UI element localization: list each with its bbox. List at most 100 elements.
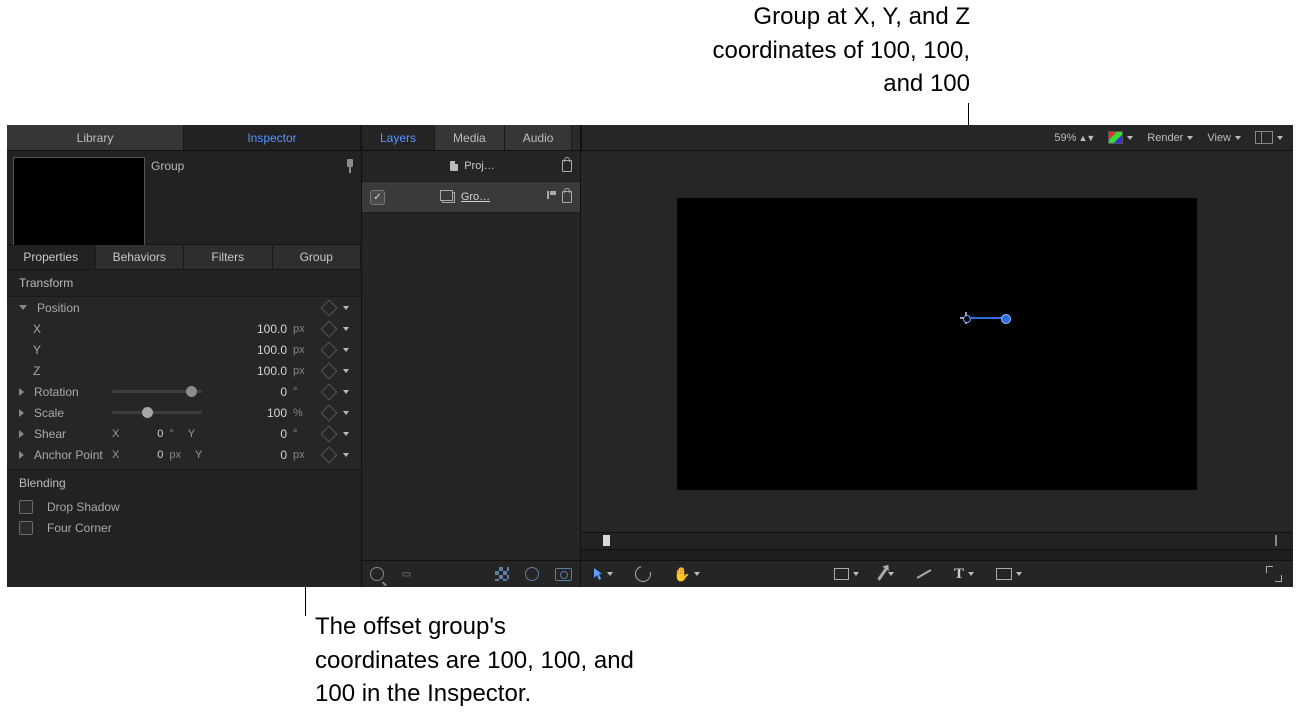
value-field[interactable]: 0 xyxy=(227,427,287,441)
shape-tool[interactable] xyxy=(834,566,859,583)
keyframe-button[interactable] xyxy=(321,425,338,442)
keyframe-button[interactable] xyxy=(321,320,338,337)
param-position[interactable]: Position xyxy=(7,297,361,318)
color-channel-menu[interactable] xyxy=(1108,131,1133,144)
param-drop-shadow[interactable]: Drop Shadow xyxy=(7,496,361,517)
select-tool[interactable] xyxy=(593,567,613,581)
inspector-tab-properties[interactable]: Properties xyxy=(7,245,96,269)
rect-icon xyxy=(834,568,849,580)
mask-tool[interactable] xyxy=(996,566,1022,583)
chevron-down-icon[interactable] xyxy=(343,390,349,394)
axis-label: Y xyxy=(188,428,195,440)
keyframe-button[interactable] xyxy=(321,341,338,358)
chevron-down-icon[interactable] xyxy=(343,306,349,310)
stepper-icon: ▲▼ xyxy=(1078,133,1094,143)
chevron-down-icon[interactable] xyxy=(343,432,349,436)
project-icon xyxy=(450,161,458,171)
chevron-down-icon[interactable] xyxy=(343,348,349,352)
tab-layers[interactable]: Layers xyxy=(362,125,435,150)
canvas-area[interactable] xyxy=(581,151,1293,532)
fit-button[interactable]: ▭ xyxy=(400,568,413,581)
value-field[interactable]: 0 xyxy=(125,428,163,440)
tab-inspector[interactable]: Inspector xyxy=(184,125,361,150)
value-field[interactable]: 100 xyxy=(227,406,287,420)
fullscreen-button[interactable] xyxy=(1267,567,1281,581)
lock-icon[interactable] xyxy=(562,160,572,172)
tab-library[interactable]: Library xyxy=(7,125,184,150)
inspector-tab-group[interactable]: Group xyxy=(273,245,362,269)
value-field[interactable]: 100.0 xyxy=(227,364,287,378)
param-rotation[interactable]: Rotation 0 ° xyxy=(7,381,361,402)
layers-footer: ▭ xyxy=(362,560,580,587)
value-field[interactable]: 100.0 xyxy=(227,322,287,336)
axis-label: X xyxy=(112,449,119,461)
filter-mask-button[interactable] xyxy=(495,567,509,581)
chevron-down-icon[interactable] xyxy=(343,411,349,415)
layout-icon xyxy=(1255,131,1273,144)
render-menu[interactable]: Render xyxy=(1147,132,1193,144)
pin-inspector[interactable] xyxy=(345,159,355,173)
timeline-scrollbar[interactable] xyxy=(581,550,1293,561)
param-position-z[interactable]: Z 100.0 px xyxy=(7,360,361,381)
chevron-down-icon[interactable] xyxy=(343,453,349,457)
axis-handle-line[interactable] xyxy=(969,317,1003,319)
3d-transform-tool[interactable] xyxy=(635,566,651,582)
inspector-tab-filters[interactable]: Filters xyxy=(184,245,273,269)
inspector-pane: Group Properties Behaviors Filters Group… xyxy=(7,151,362,587)
value-field[interactable]: 0 xyxy=(227,385,287,399)
value-field[interactable]: 0 xyxy=(227,448,287,462)
layers-row-project[interactable]: Proj… xyxy=(362,151,580,182)
visibility-checkbox[interactable]: ✓ xyxy=(370,190,385,205)
param-anchor-point[interactable]: Anchor Point X 0 px Y 0 px xyxy=(7,444,361,465)
pen-tool[interactable] xyxy=(881,566,894,583)
checkbox[interactable] xyxy=(19,500,33,514)
canvas[interactable] xyxy=(677,198,1197,490)
lock-icon[interactable] xyxy=(562,191,572,203)
circle-icon xyxy=(525,567,539,581)
param-label: Shear xyxy=(34,427,106,441)
param-position-x[interactable]: X 100.0 px xyxy=(7,318,361,339)
axis-handle[interactable] xyxy=(1001,314,1011,324)
chevron-down-icon[interactable] xyxy=(343,327,349,331)
filter-behavior-button[interactable] xyxy=(525,567,539,581)
unit-label: ° xyxy=(293,386,311,398)
inspector-tab-behaviors[interactable]: Behaviors xyxy=(96,245,185,269)
search-button[interactable] xyxy=(370,567,384,581)
layer-name[interactable]: Gro… xyxy=(461,191,490,203)
value-field[interactable]: 0 xyxy=(125,449,163,461)
keyframe-button[interactable] xyxy=(321,383,338,400)
chevron-down-icon[interactable] xyxy=(343,369,349,373)
keyframe-button[interactable] xyxy=(321,404,338,421)
mini-timeline[interactable] xyxy=(581,532,1293,550)
unit-label: px xyxy=(169,449,181,461)
layout-menu[interactable] xyxy=(1255,131,1283,144)
keyframe-button[interactable] xyxy=(321,362,338,379)
playhead-icon[interactable] xyxy=(603,535,610,546)
zoom-level[interactable]: 59%▲▼ xyxy=(1054,132,1094,144)
tab-audio[interactable]: Audio xyxy=(505,125,573,150)
keyframe-button[interactable] xyxy=(321,446,338,463)
text-tool[interactable]: T xyxy=(954,566,974,583)
view-menu[interactable]: View xyxy=(1207,132,1241,144)
out-marker-icon[interactable] xyxy=(1275,535,1277,546)
checkbox[interactable] xyxy=(19,521,33,535)
expand-icon xyxy=(1267,567,1281,581)
param-four-corner[interactable]: Four Corner xyxy=(7,517,361,538)
unit-label: % xyxy=(293,407,311,419)
disclosure-icon xyxy=(19,451,24,459)
render-label: Render xyxy=(1147,132,1183,144)
arrow-icon xyxy=(593,567,603,581)
param-shear[interactable]: Shear X 0 ° Y 0 ° xyxy=(7,423,361,444)
pan-tool[interactable]: ✋ xyxy=(673,566,700,583)
keyframe-button[interactable] xyxy=(321,299,338,316)
param-scale[interactable]: Scale 100 % xyxy=(7,402,361,423)
line-tool[interactable] xyxy=(916,566,932,583)
value-field[interactable]: 100.0 xyxy=(227,343,287,357)
param-position-y[interactable]: Y 100.0 px xyxy=(7,339,361,360)
filter-camera-button[interactable] xyxy=(555,568,572,581)
layers-row-group[interactable]: ✓ Gro… xyxy=(362,182,580,213)
tab-media[interactable]: Media xyxy=(435,125,505,150)
flag-icon[interactable] xyxy=(547,191,558,199)
section-transform: Transform xyxy=(7,270,361,296)
param-label: Four Corner xyxy=(47,521,112,535)
